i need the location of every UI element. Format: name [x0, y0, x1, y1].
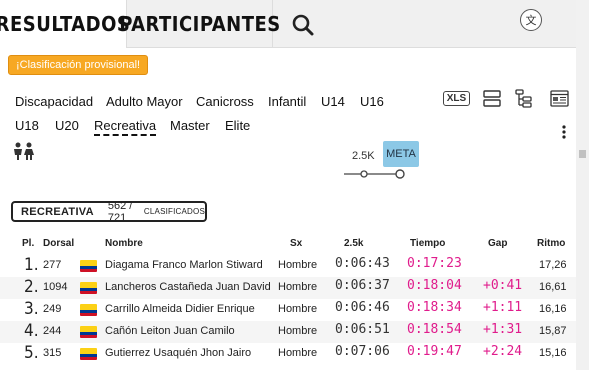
table-header: Pl. Dorsal Nombre Sx 2.5k Tiempo Gap Rit… — [0, 238, 576, 254]
row-name[interactable]: Cañón Leiton Juan Camilo — [105, 325, 235, 337]
gender-filter-icon[interactable] — [12, 142, 36, 165]
row-split-2.5k: 0:06:46 — [335, 300, 390, 315]
detail-view-icon[interactable] — [550, 90, 569, 112]
category-u18[interactable]: U18 — [15, 118, 39, 133]
row-split-2.5k: 0:06:37 — [335, 278, 390, 293]
row-split-2.5k: 0:06:43 — [335, 256, 390, 271]
row-time: 0:18:34 — [407, 300, 462, 315]
row-pace: 15,87 — [539, 325, 567, 337]
summary-suffix: CLASIFICADOS — [143, 207, 205, 216]
colombia-flag-icon — [80, 304, 97, 316]
category-adulto-mayor[interactable]: Adulto Mayor — [106, 94, 183, 109]
table-row[interactable]: 5. 315 Gutierrez Usaquén Jhon Jairo Homb… — [0, 343, 576, 365]
row-place: 4. — [24, 321, 39, 341]
checkpoint-meta[interactable]: META — [383, 141, 419, 167]
row-name[interactable]: Diagama Franco Marlon Stiward — [105, 259, 263, 271]
row-gap: +1:11 — [483, 300, 523, 315]
export-xls-button[interactable]: XLS — [443, 91, 470, 106]
list-view-icon[interactable] — [483, 90, 501, 112]
group-view-icon[interactable] — [515, 89, 532, 113]
more-options-icon[interactable] — [560, 124, 568, 140]
category-u20[interactable]: U20 — [55, 118, 79, 133]
tab-participantes[interactable]: PARTICIPANTES — [119, 0, 280, 48]
tab-resultados[interactable]: RESULTADOS — [0, 0, 130, 48]
row-dorsal: 244 — [43, 325, 62, 337]
row-dorsal: 249 — [43, 303, 62, 315]
scrollbar-thumb[interactable] — [579, 150, 586, 158]
header-2.5k[interactable]: 2.5k — [344, 238, 363, 249]
colombia-flag-icon — [80, 260, 97, 272]
row-sex: Hombre — [278, 325, 318, 337]
row-gap: +1:31 — [483, 322, 523, 337]
row-pace: 16,16 — [539, 303, 567, 315]
table-row[interactable]: 4. 244 Cañón Leiton Juan Camilo Hombre 0… — [0, 321, 576, 343]
row-time: 0:17:23 — [407, 256, 462, 271]
row-sex: Hombre — [278, 281, 318, 293]
translate-icon[interactable]: 文 — [520, 9, 542, 31]
header-pl[interactable]: Pl. — [22, 238, 34, 249]
header-dorsal[interactable]: Dorsal — [43, 238, 74, 249]
category-summary: RECREATIVA 562 / 721 CLASIFICADOS — [11, 199, 207, 224]
category-u14[interactable]: U14 — [321, 94, 345, 109]
header-nombre[interactable]: Nombre — [105, 238, 143, 249]
row-name[interactable]: Lancheros Castañeda Juan David — [105, 281, 271, 293]
category-canicross[interactable]: Canicross — [196, 94, 254, 109]
row-sex: Hombre — [278, 347, 318, 359]
row-time: 0:19:47 — [407, 344, 462, 359]
row-gap: +2:24 — [483, 344, 523, 359]
table-row[interactable]: 1. 277 Diagama Franco Marlon Stiward Hom… — [0, 255, 576, 277]
row-time: 0:18:54 — [407, 322, 462, 337]
colombia-flag-icon — [80, 348, 97, 360]
row-name[interactable]: Carrillo Almeida Didier Enrique — [105, 303, 255, 315]
category-elite[interactable]: Elite — [225, 118, 250, 133]
row-pace: 15,16 — [539, 347, 567, 359]
table-row[interactable]: 3. 249 Carrillo Almeida Didier Enrique H… — [0, 299, 576, 321]
header-sx[interactable]: Sx — [290, 238, 302, 249]
summary-category: RECREATIVA — [13, 205, 102, 218]
row-place: 5. — [24, 343, 39, 363]
search-icon[interactable] — [290, 12, 316, 38]
header-gap[interactable]: Gap — [488, 238, 507, 249]
checkpoint-track — [344, 167, 434, 186]
row-dorsal: 1094 — [43, 281, 68, 293]
row-pace: 16,61 — [539, 281, 567, 293]
colombia-flag-icon — [80, 282, 97, 294]
row-split-2.5k: 0:06:51 — [335, 322, 390, 337]
row-sex: Hombre — [278, 259, 318, 271]
row-name[interactable]: Gutierrez Usaquén Jhon Jairo — [105, 347, 251, 359]
category-master[interactable]: Master — [170, 118, 210, 133]
scrollbar[interactable] — [576, 0, 589, 370]
category-u16[interactable]: U16 — [360, 94, 384, 109]
colombia-flag-icon — [80, 326, 97, 338]
row-dorsal: 277 — [43, 259, 62, 271]
category-discapacidad[interactable]: Discapacidad — [15, 94, 93, 109]
summary-count: 562 / 721 — [107, 199, 133, 224]
row-sex: Hombre — [278, 303, 318, 315]
row-place: 3. — [24, 299, 39, 319]
row-place: 1. — [24, 255, 39, 275]
top-tabs: RESULTADOS PARTICIPANTES 文 — [0, 0, 576, 48]
row-place: 2. — [24, 277, 39, 297]
row-pace: 17,26 — [539, 259, 567, 271]
header-tiempo[interactable]: Tiempo — [410, 238, 445, 249]
checkpoint-2.5k[interactable]: 2.5K — [352, 150, 375, 162]
row-time: 0:18:04 — [407, 278, 462, 293]
row-split-2.5k: 0:07:06 — [335, 344, 390, 359]
table-row[interactable]: 2. 1094 Lancheros Castañeda Juan David H… — [0, 277, 576, 299]
category-recreativa[interactable]: Recreativa — [94, 118, 157, 136]
category-infantil[interactable]: Infantil — [268, 94, 306, 109]
row-gap: +0:41 — [483, 278, 523, 293]
provisional-badge: ¡Clasificación provisional! — [8, 55, 149, 75]
row-dorsal: 315 — [43, 347, 62, 359]
header-ritmo[interactable]: Ritmo — [537, 238, 565, 249]
